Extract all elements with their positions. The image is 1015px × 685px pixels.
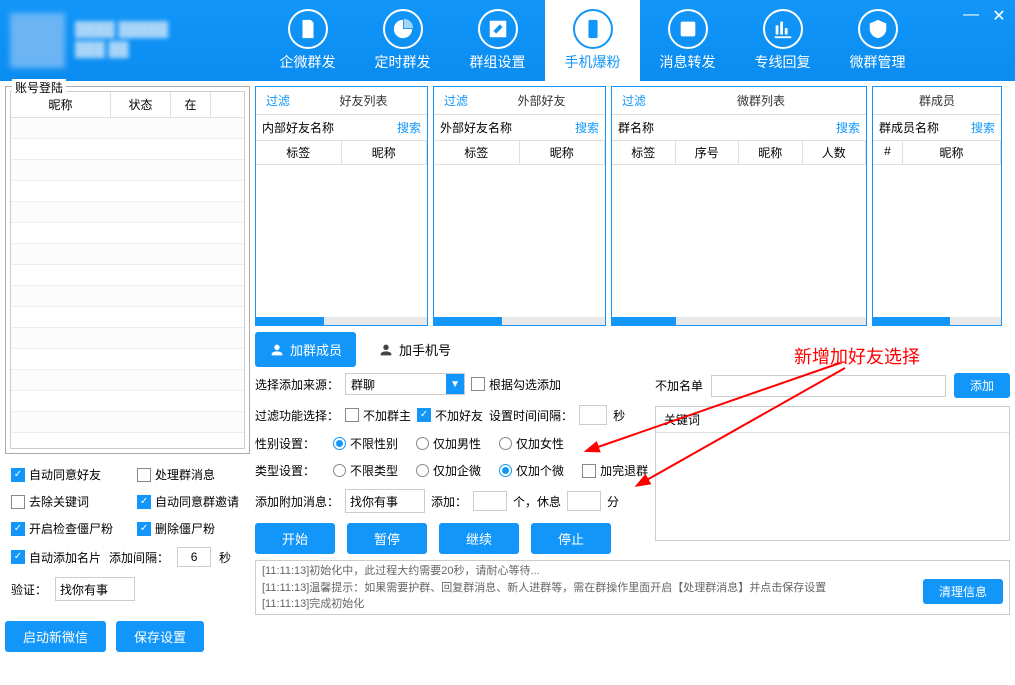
chk-auto-agree-invite[interactable] bbox=[137, 495, 151, 509]
save-settings-button[interactable]: 保存设置 bbox=[116, 621, 204, 652]
tab-phone-fans[interactable]: 手机爆粉 bbox=[545, 0, 640, 81]
account-legend: 账号登陆 bbox=[12, 79, 66, 96]
tab-add-group-member[interactable]: 加群成员 bbox=[255, 332, 356, 367]
tab-msg-forward[interactable]: 消息转发 bbox=[640, 0, 735, 81]
phone-icon bbox=[573, 9, 613, 49]
person-icon bbox=[269, 342, 285, 358]
radio-gender-female[interactable] bbox=[499, 437, 512, 450]
tab-group-list[interactable]: 微群列表 bbox=[656, 87, 866, 114]
interval-input[interactable] bbox=[177, 547, 211, 567]
search-link[interactable]: 搜索 bbox=[836, 119, 860, 136]
continue-button[interactable]: 继续 bbox=[439, 523, 519, 554]
tab-group-member[interactable]: 群成员 bbox=[873, 87, 1001, 114]
chk-by-selection[interactable] bbox=[471, 377, 485, 391]
chk-enable-zombie-check[interactable] bbox=[11, 522, 25, 536]
tab-dedicated-reply[interactable]: 专线回复 bbox=[735, 0, 830, 81]
panel-groups: 过滤微群列表 群名称搜索 标签序号昵称人数 bbox=[611, 86, 867, 326]
start-wechat-button[interactable]: 启动新微信 bbox=[5, 621, 106, 652]
chk-skip-owner[interactable] bbox=[345, 408, 359, 422]
tab-filter[interactable]: 过滤 bbox=[612, 87, 656, 114]
edit-icon bbox=[478, 9, 518, 49]
account-login-panel: 账号登陆 昵称 状态 在 bbox=[5, 86, 250, 454]
chk-delete-zombie[interactable] bbox=[137, 522, 151, 536]
search-link[interactable]: 搜索 bbox=[971, 119, 995, 136]
chk-auto-agree-friend[interactable] bbox=[11, 468, 25, 482]
tab-enterprise-send[interactable]: 企微群发 bbox=[260, 0, 355, 81]
keyword-list[interactable]: 关键词 bbox=[655, 406, 1010, 541]
radio-gender-any[interactable] bbox=[333, 437, 346, 450]
radio-type-enterprise[interactable] bbox=[416, 464, 429, 477]
chk-auto-add-card[interactable] bbox=[11, 550, 25, 564]
logo-area: ████ ████████ ██ bbox=[10, 13, 260, 68]
tab-timer-send[interactable]: 定时群发 bbox=[355, 0, 450, 81]
verify-input[interactable] bbox=[55, 577, 135, 601]
tab-group-setting[interactable]: 群组设置 bbox=[450, 0, 545, 81]
tab-group-manage[interactable]: 微群管理 bbox=[830, 0, 925, 81]
time-interval-input[interactable] bbox=[579, 405, 607, 425]
tab-filter[interactable]: 过滤 bbox=[434, 87, 478, 114]
start-button[interactable]: 开始 bbox=[255, 523, 335, 554]
col-online: 在 bbox=[171, 92, 211, 117]
blacklist-add-button[interactable]: 添加 bbox=[954, 373, 1010, 398]
tab-friend-list[interactable]: 好友列表 bbox=[300, 87, 427, 114]
chk-skip-friend[interactable] bbox=[417, 408, 431, 422]
clear-log-button[interactable]: 清理信息 bbox=[923, 579, 1003, 604]
account-rows[interactable] bbox=[11, 118, 244, 448]
chevron-down-icon: ▼ bbox=[446, 374, 464, 394]
search-link[interactable]: 搜索 bbox=[397, 119, 421, 136]
header: ████ ████████ ██ 企微群发 定时群发 群组设置 手机爆粉 消息转… bbox=[0, 0, 1015, 81]
close-button[interactable]: ✕ bbox=[989, 6, 1009, 26]
radio-gender-male[interactable] bbox=[416, 437, 429, 450]
minimize-button[interactable]: — bbox=[961, 6, 981, 26]
chk-remove-keyword[interactable] bbox=[11, 495, 25, 509]
col-status: 状态 bbox=[111, 92, 171, 117]
attach-msg-input[interactable] bbox=[345, 489, 425, 513]
source-dropdown[interactable]: 群聊 ▼ bbox=[345, 373, 465, 395]
tab-add-phone[interactable]: 加手机号 bbox=[364, 332, 465, 367]
safe-icon bbox=[668, 9, 708, 49]
scrollbar[interactable] bbox=[434, 317, 605, 325]
chk-leave-after[interactable] bbox=[582, 464, 596, 478]
shield-icon bbox=[858, 9, 898, 49]
scrollbar[interactable] bbox=[873, 317, 1001, 325]
scrollbar[interactable] bbox=[256, 317, 427, 325]
chk-process-group-msg[interactable] bbox=[137, 468, 151, 482]
stop-button[interactable]: 停止 bbox=[531, 523, 611, 554]
app-logo bbox=[10, 13, 65, 68]
rest-input[interactable] bbox=[567, 491, 601, 511]
document-icon bbox=[288, 9, 328, 49]
scrollbar[interactable] bbox=[612, 317, 866, 325]
chart-icon bbox=[763, 9, 803, 49]
panel-members: 群成员 群成员名称搜索 #昵称 bbox=[872, 86, 1002, 326]
tab-external-friend[interactable]: 外部好友 bbox=[478, 87, 605, 114]
panel-external: 过滤外部好友 外部好友名称搜索 标签昵称 bbox=[433, 86, 606, 326]
add-count-input[interactable] bbox=[473, 491, 507, 511]
panel-friends: 过滤好友列表 内部好友名称搜索 标签昵称 bbox=[255, 86, 428, 326]
radio-type-personal[interactable] bbox=[499, 464, 512, 477]
log-area: [11:11:13]初始化中，此过程大约需要20秒，请耐心等待... [11:1… bbox=[255, 560, 1010, 615]
pause-button[interactable]: 暂停 bbox=[347, 523, 427, 554]
blacklist-input[interactable] bbox=[711, 375, 946, 397]
tab-filter[interactable]: 过滤 bbox=[256, 87, 300, 114]
person-icon bbox=[378, 342, 394, 358]
radio-type-any[interactable] bbox=[333, 464, 346, 477]
pie-icon bbox=[383, 9, 423, 49]
search-link[interactable]: 搜索 bbox=[575, 119, 599, 136]
